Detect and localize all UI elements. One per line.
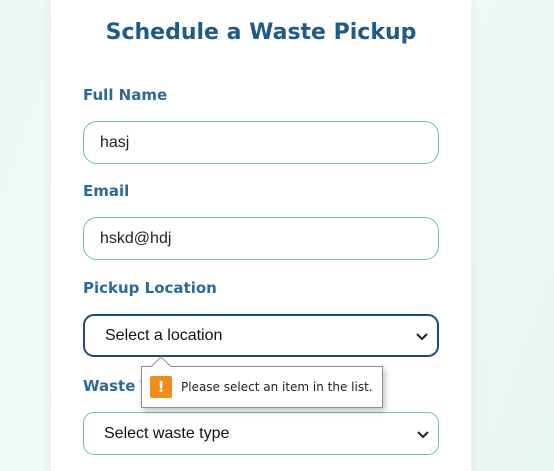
validation-tooltip: ! Please select an item in the list. (141, 356, 383, 408)
warning-icon: ! (150, 376, 172, 398)
full-name-label: Full Name (83, 86, 168, 104)
chevron-down-icon (417, 430, 429, 438)
form-title: Schedule a Waste Pickup (105, 20, 417, 45)
email-label: Email (83, 182, 130, 200)
waste-type-select[interactable]: Select waste type (83, 412, 439, 455)
waste-type-selected: Select waste type (104, 424, 230, 442)
pickup-location-label: Pickup Location (83, 279, 217, 297)
chevron-down-icon (416, 332, 428, 340)
full-name-input[interactable]: hasj (83, 121, 439, 164)
pickup-location-selected: Select a location (105, 326, 223, 344)
email-input[interactable]: hskd@hdj (83, 217, 439, 260)
email-value: hskd@hdj (100, 229, 172, 247)
pickup-location-select[interactable]: Select a location (83, 314, 439, 357)
full-name-value: hasj (100, 133, 130, 151)
validation-message: Please select an item in the list. (181, 380, 373, 394)
